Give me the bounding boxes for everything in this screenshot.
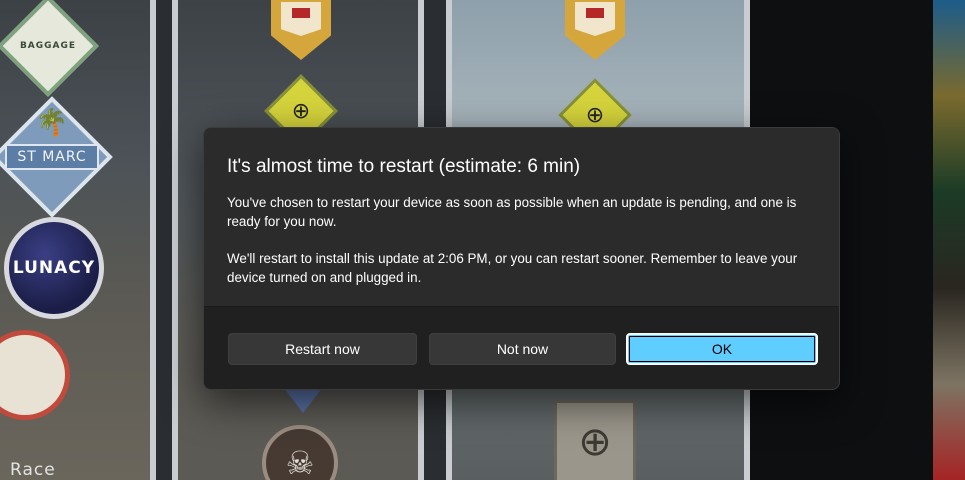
restart-dialog: It's almost time to restart (estimate: 6… [203, 127, 840, 390]
not-now-button[interactable]: Not now [429, 333, 616, 365]
dialog-message-2: We'll restart to install this update at … [227, 251, 798, 285]
ok-button[interactable]: OK [626, 333, 818, 365]
st-marc-badge: 🌴 ST MARC [0, 96, 113, 218]
dialog-footer: Restart now Not now OK [204, 306, 839, 389]
restart-now-button[interactable]: Restart now [228, 333, 417, 365]
skull-badge: ☠ [262, 425, 338, 480]
target-icon: ⊕ [291, 98, 311, 124]
target-icon: ⊕ [585, 102, 605, 128]
map-panel-left[interactable]: BAGGAGE 🌴 ST MARC LUNACY Race [0, 0, 156, 480]
baggage-label: BAGGAGE [19, 41, 77, 51]
dialog-message-1: You've chosen to restart your device as … [227, 195, 797, 229]
lunacy-label: LUNACY [12, 258, 96, 278]
race-label: Race [10, 460, 56, 480]
shield-badge [560, 0, 630, 62]
crosshair-icon: ⊕ [578, 419, 612, 465]
skull-icon: ☠ [285, 444, 315, 480]
seaside-badge [0, 330, 70, 420]
dialog-title: It's almost time to restart (estimate: 6… [227, 156, 581, 177]
dialog-body: It's almost time to restart (estimate: 6… [204, 128, 839, 307]
crate-badge: ⊕ [550, 398, 640, 480]
palm-tree-icon: 🌴 [35, 108, 69, 138]
map-thumbnail-strip[interactable] [933, 0, 965, 480]
st-marc-label: ST MARC [5, 144, 99, 170]
baggage-badge: BAGGAGE [0, 0, 99, 97]
lunacy-badge: LUNACY [4, 217, 104, 319]
shield-badge [266, 0, 336, 62]
